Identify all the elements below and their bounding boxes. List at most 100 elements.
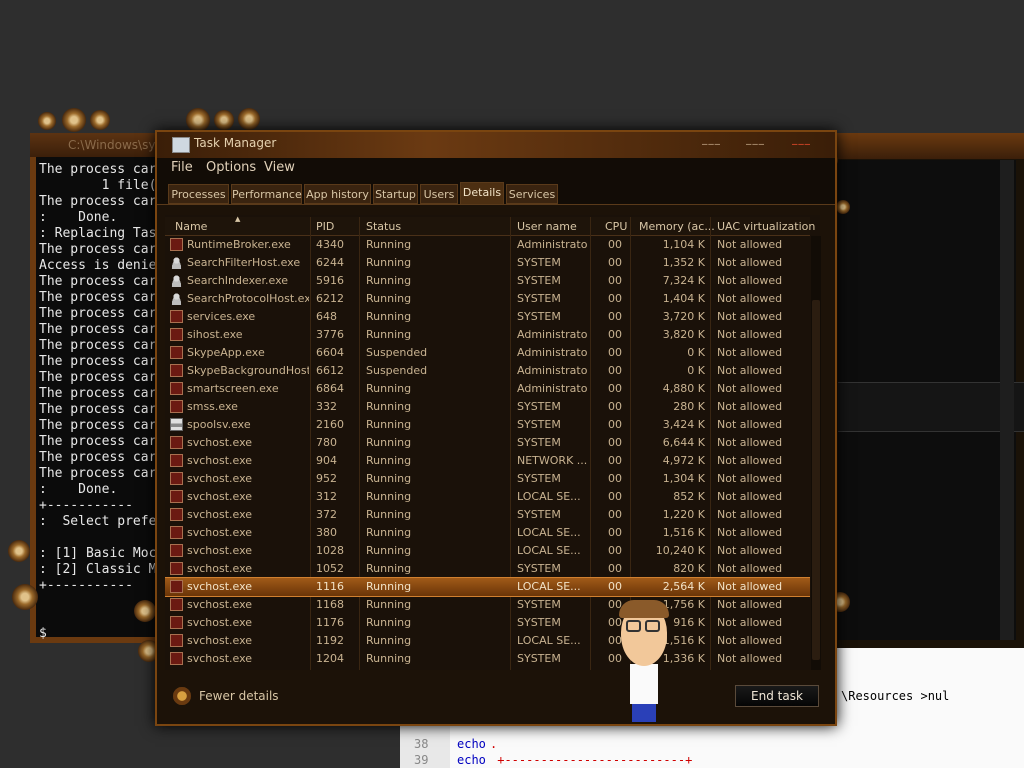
console-line: The process car xyxy=(39,290,157,305)
fewer-details-link[interactable]: Fewer details xyxy=(199,689,279,703)
maximize-button[interactable]: ‒‒‒ xyxy=(740,139,770,151)
column-header-user-name[interactable]: User name xyxy=(517,220,577,233)
cell-name: SearchProtocolHost.exe xyxy=(187,292,309,305)
cell-user: SYSTEM xyxy=(517,418,561,431)
table-row[interactable]: svchost.exe 1028 Running LOCAL SE... 00 10,24… xyxy=(165,542,810,560)
code-text: +-------------------------+ xyxy=(490,753,693,767)
cell-user: LOCAL SE... xyxy=(517,490,581,503)
cell-user: SYSTEM xyxy=(517,292,561,305)
cell-mem: 3,720 K xyxy=(662,310,705,323)
column-header-memory[interactable]: Memory (ac... xyxy=(639,220,715,233)
cell-pid: 1176 xyxy=(316,616,344,629)
table-row[interactable]: services.exe 648 Running SYSTEM 00 3,720 K Not… xyxy=(165,308,810,326)
cell-pid: 380 xyxy=(316,526,337,539)
cell-mem: 280 K xyxy=(673,400,705,413)
table-row[interactable]: spoolsv.exe 2160 Running SYSTEM 00 3,424 K Not… xyxy=(165,416,810,434)
console-line: Access is denie xyxy=(39,258,157,273)
table-row[interactable]: svchost.exe 1168 Running SYSTEM 00 1,756 K Not… xyxy=(165,596,810,614)
chevron-up-icon[interactable] xyxy=(173,687,191,705)
cell-user: Administrator xyxy=(517,364,587,377)
menu-file[interactable]: File xyxy=(171,160,193,175)
table-row[interactable]: svchost.exe 780 Running SYSTEM 00 6,644 K Not … xyxy=(165,434,810,452)
cell-uac: Not allowed xyxy=(717,652,783,665)
character-hair xyxy=(619,600,669,618)
console-line: The process car xyxy=(39,450,157,465)
cell-name: svchost.exe xyxy=(187,652,253,665)
tab-services[interactable]: Services xyxy=(506,184,558,204)
tab-users[interactable]: Users xyxy=(420,184,458,204)
table-row[interactable]: svchost.exe 904 Running NETWORK ... 00 4,972 … xyxy=(165,452,810,470)
menu-view[interactable]: View xyxy=(264,160,295,175)
cell-uac: Not allowed xyxy=(717,436,783,449)
app-window-icon xyxy=(170,472,183,485)
cell-cpu: 00 xyxy=(608,382,622,395)
table-row[interactable]: svchost.exe 1176 Running SYSTEM 00 916 K Not a… xyxy=(165,614,810,632)
line-number: 39 xyxy=(414,753,429,767)
cell-uac: Not allowed xyxy=(717,328,783,341)
table-row[interactable]: SkypeBackgroundHost... 6612 Suspended Admin… xyxy=(165,362,810,380)
console-line: The process car xyxy=(39,242,157,257)
cell-pid: 1116 xyxy=(316,580,344,593)
cell-uac: Not allowed xyxy=(717,382,783,395)
table-row[interactable]: SearchFilterHost.exe 6244 Running SYSTEM 00 1… xyxy=(165,254,810,272)
table-row[interactable]: svchost.exe 1052 Running SYSTEM 00 820 K Not a… xyxy=(165,560,810,578)
table-row[interactable]: svchost.exe 1192 Running LOCAL SE... 00 1,516… xyxy=(165,632,810,650)
cell-status: Running xyxy=(366,328,412,341)
tab-details[interactable]: Details xyxy=(460,182,504,204)
close-button[interactable]: ‒‒‒ xyxy=(786,139,816,151)
cell-mem: 1,516 K xyxy=(662,526,705,539)
cell-name: svchost.exe xyxy=(187,544,253,557)
cell-name: svchost.exe xyxy=(187,634,253,647)
cell-user: Administrator xyxy=(517,346,587,359)
column-header-name[interactable]: Name xyxy=(175,220,207,233)
tab-app-history[interactable]: App history xyxy=(304,184,371,204)
gear-ornament-icon xyxy=(38,112,56,130)
cell-uac: Not allowed xyxy=(717,616,783,629)
table-row[interactable]: svchost.exe 1204 Running SYSTEM 00 1,336 K Not… xyxy=(165,650,810,668)
table-row[interactable]: svchost.exe 1116 Running LOCAL SE... 00 2,564… xyxy=(165,577,810,597)
column-header-pid[interactable]: PID xyxy=(316,220,334,233)
background-window-scrollbar[interactable] xyxy=(1000,160,1014,640)
cell-pid: 780 xyxy=(316,436,337,449)
console-prompt[interactable]: $ xyxy=(39,626,47,641)
cell-uac: Not allowed xyxy=(717,400,783,413)
table-row[interactable]: SearchIndexer.exe 5916 Running SYSTEM 00 7,32… xyxy=(165,272,810,290)
table-row[interactable]: svchost.exe 312 Running LOCAL SE... 00 852 K N… xyxy=(165,488,810,506)
table-row[interactable]: sihost.exe 3776 Running Administrator 00 3,82… xyxy=(165,326,810,344)
column-header-uac[interactable]: UAC virtualization xyxy=(717,220,815,233)
table-row[interactable]: svchost.exe 372 Running SYSTEM 00 1,220 K Not … xyxy=(165,506,810,524)
column-header-status[interactable]: Status xyxy=(366,220,401,233)
cell-uac: Not allowed xyxy=(717,634,783,647)
tab-performance[interactable]: Performance xyxy=(231,184,302,204)
end-task-button[interactable]: End task xyxy=(735,685,819,707)
cell-pid: 6244 xyxy=(316,256,344,269)
cell-status: Running xyxy=(366,400,412,413)
cell-name: svchost.exe xyxy=(187,580,253,593)
cell-pid: 904 xyxy=(316,454,337,467)
tab-startup[interactable]: Startup xyxy=(373,184,418,204)
cell-status: Running xyxy=(366,274,412,287)
table-row[interactable]: SkypeApp.exe 6604 Suspended Administrator 00… xyxy=(165,344,810,362)
cell-user: SYSTEM xyxy=(517,274,561,287)
minimize-button[interactable]: ‒‒‒ xyxy=(696,139,726,151)
cell-pid: 312 xyxy=(316,490,337,503)
character-glasses-icon xyxy=(645,620,660,632)
table-row[interactable]: svchost.exe 380 Running LOCAL SE... 00 1,516 … xyxy=(165,524,810,542)
app-window-icon xyxy=(170,526,183,539)
background-window-titlebar[interactable] xyxy=(830,133,1024,159)
cell-user: SYSTEM xyxy=(517,400,561,413)
cell-status: Running xyxy=(366,598,412,611)
cell-status: Running xyxy=(366,382,412,395)
menu-options[interactable]: Options xyxy=(206,160,256,175)
table-row[interactable]: SearchProtocolHost.exe 6212 Running SYSTEM 0… xyxy=(165,290,810,308)
scrollbar-thumb[interactable] xyxy=(812,300,820,660)
app-window-icon xyxy=(170,346,183,359)
table-row[interactable]: smartscreen.exe 6864 Running Administrator 0… xyxy=(165,380,810,398)
cell-status: Suspended xyxy=(366,346,428,359)
column-header-cpu[interactable]: CPU xyxy=(605,220,627,233)
table-row[interactable]: smss.exe 332 Running SYSTEM 00 280 K Not allow… xyxy=(165,398,810,416)
tab-processes[interactable]: Processes xyxy=(168,184,229,204)
table-row[interactable]: RuntimeBroker.exe 4340 Running Administrato… xyxy=(165,236,810,254)
table-row[interactable]: svchost.exe 952 Running SYSTEM 00 1,304 K Not … xyxy=(165,470,810,488)
